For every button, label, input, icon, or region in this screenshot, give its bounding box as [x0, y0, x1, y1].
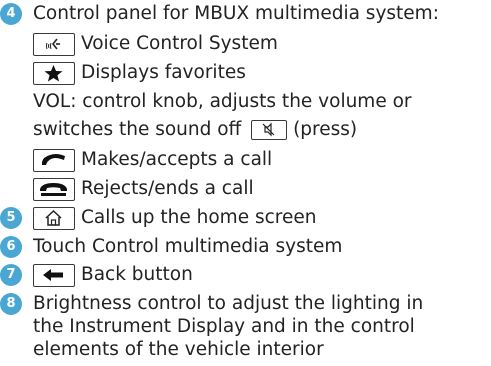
item-number-badge: 4 [0, 3, 22, 25]
item-number-badge: 8 [0, 293, 22, 315]
subitem-label: VOL: control knob, adjusts the volume or [33, 91, 412, 112]
subitem-label: Rejects/ends a call [81, 178, 254, 199]
subitem-label: Voice Control System [81, 33, 278, 54]
item-text: Touch Control multimedia system [33, 236, 343, 257]
mute-icon [251, 120, 288, 140]
back-arrow-icon [33, 263, 75, 287]
item-number-badge: 5 [0, 207, 22, 229]
home-icon [33, 206, 75, 230]
phone-accept-icon [33, 148, 75, 172]
subitem-label: switches the sound off [33, 119, 242, 140]
item-text: Back button [81, 264, 193, 285]
subitem-label-after: (press) [293, 119, 358, 140]
phone-reject-icon [33, 177, 75, 201]
item-text: Calls up the home screen [81, 207, 317, 228]
subitem-label: Makes/accepts a call [81, 149, 273, 170]
item-text-line: elements of the vehicle interior [33, 339, 324, 360]
star-icon [33, 61, 75, 85]
voice-control-icon [33, 32, 75, 56]
subitem-label: Displays favorites [81, 62, 246, 83]
item-text: Control panel for MBUX multimedia system… [33, 3, 439, 24]
item-number-badge: 7 [0, 264, 22, 286]
item-number-badge: 6 [0, 236, 22, 258]
